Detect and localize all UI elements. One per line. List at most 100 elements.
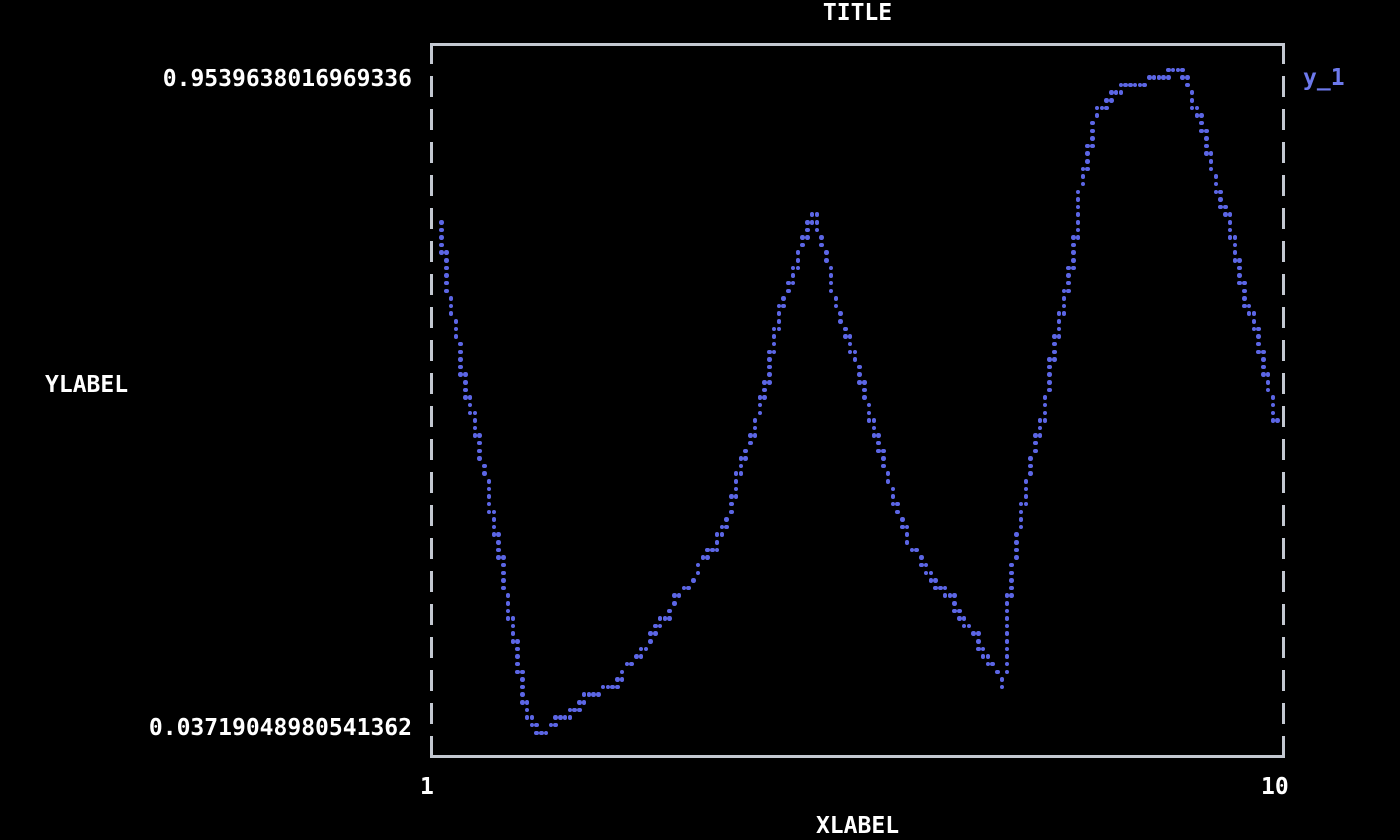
series-data-dot [444,250,449,255]
series-data-dot [696,563,701,568]
series-data-dot [473,418,478,423]
series-data-dot [648,639,653,644]
series-data-dot [1066,273,1071,278]
series-data-dot [439,243,444,248]
y-axis-max-tick: 0.9539638016969336 [163,66,412,92]
series-data-dot [1033,449,1038,454]
series-data-dot [1199,113,1204,118]
series-data-dot [1062,304,1067,309]
series-data-dot [515,654,520,659]
series-data-dot [1076,228,1081,233]
series-data-dot [1218,197,1223,202]
series-data-dot [1052,334,1057,339]
y-axis-title: YLABEL [45,372,128,398]
series-data-dot [444,281,449,286]
series-data-dot [1076,190,1081,195]
series-data-dot [810,212,815,217]
series-data-dot [463,395,468,400]
series-data-dot [1019,510,1024,515]
series-data-dot [848,350,853,355]
series-data-dot [439,220,444,225]
series-data-dot [515,639,520,644]
series-data-dot [743,449,748,454]
series-data-dot [644,647,649,652]
series-data-dot [1052,357,1057,362]
series-data-dot [772,334,777,339]
series-data-dot [1062,296,1067,301]
series-data-dot [781,296,786,301]
series-data-dot [967,624,972,629]
series-data-dot [848,334,853,339]
series-data-dot [957,609,962,614]
series-data-dot [739,471,744,476]
series-data-dot [753,418,758,423]
series-data-dot [1228,220,1233,225]
series-data-dot [834,296,839,301]
series-data-dot [758,403,763,408]
series-data-dot [758,411,763,416]
series-data-dot [905,525,910,530]
series-dots-layer [430,43,1285,758]
series-data-dot [601,685,606,690]
series-data-dot [1005,639,1010,644]
series-data-dot [506,616,511,621]
series-data-dot [767,357,772,362]
series-data-dot [796,258,801,263]
series-data-dot [843,327,848,332]
series-data-dot [1009,586,1014,591]
series-data-dot [900,525,905,530]
series-data-dot [1242,281,1247,286]
series-data-dot [492,517,497,522]
series-data-dot [1071,235,1076,240]
series-data-dot [815,228,820,233]
series-data-dot [872,418,877,423]
series-data-dot [1233,250,1238,255]
series-data-dot [477,449,482,454]
series-data-dot [1185,83,1190,88]
series-data-dot [1261,365,1266,370]
series-data-dot [506,601,511,606]
series-data-dot [1019,517,1024,522]
series-data-dot [1237,273,1242,278]
series-data-dot [534,723,539,728]
series-data-dot [1085,159,1090,164]
series-data-dot [1081,182,1086,187]
series-data-dot [886,479,891,484]
series-data-dot [454,334,459,339]
series-data-dot [1109,98,1114,103]
series-data-dot [824,258,829,263]
series-data-dot [520,692,525,697]
series-data-dot [1005,670,1010,675]
series-data-dot [515,662,520,667]
series-data-dot [891,494,896,499]
series-data-dot [1005,624,1010,629]
series-data-dot [724,525,729,530]
series-data-dot [639,654,644,659]
series-data-dot [1242,304,1247,309]
series-data-dot [762,395,767,400]
series-data-dot [1261,350,1266,355]
series-data-dot [886,471,891,476]
series-data-dot [1005,654,1010,659]
series-data-dot [1252,311,1257,316]
series-data-dot [1000,685,1005,690]
series-data-dot [862,395,867,400]
series-data-dot [1209,159,1214,164]
series-data-dot [1261,372,1266,377]
series-data-dot [1214,182,1219,187]
series-data-dot [1090,136,1095,141]
series-data-dot [492,510,497,515]
series-data-dot [1005,609,1010,614]
series-data-dot [1076,212,1081,217]
series-data-dot [629,662,634,667]
series-data-dot [772,342,777,347]
series-data-dot [482,471,487,476]
plot-area [430,43,1285,758]
series-data-dot [715,532,720,537]
series-data-dot [653,624,658,629]
series-data-dot [943,586,948,591]
series-data-dot [444,258,449,263]
series-data-dot [772,327,777,332]
series-data-dot [962,624,967,629]
x-axis-title: XLABEL [430,813,1285,839]
